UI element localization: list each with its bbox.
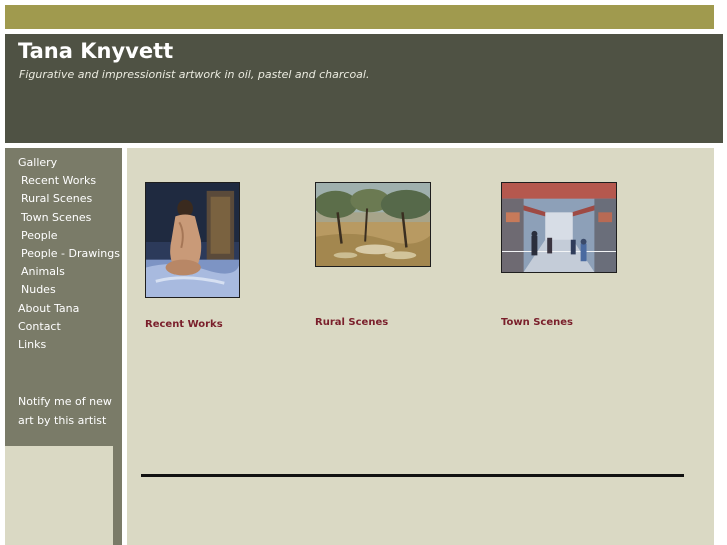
notify-new-art-link[interactable]: Notify me of new art by this artist <box>18 392 118 430</box>
sidebar-item-contact[interactable]: Contact <box>5 318 122 336</box>
sidebar-item-town-scenes[interactable]: Town Scenes <box>5 209 122 227</box>
arcade-street-painting <box>502 183 616 272</box>
sidebar-item-gallery[interactable]: Gallery <box>5 154 122 172</box>
sidebar-item-people[interactable]: People <box>5 227 122 245</box>
recent-works-thumbnail[interactable] <box>145 182 240 298</box>
sidebar-item-people-drawings[interactable]: People - Drawings <box>5 245 122 263</box>
recent-works-link[interactable]: Recent Works <box>145 319 223 330</box>
site-tagline: Figurative and impressionist artwork in … <box>19 68 370 81</box>
sidebar-item-nudes[interactable]: Nudes <box>5 281 122 299</box>
sidebar-item-about-tana[interactable]: About Tana <box>5 300 122 318</box>
town-scenes-link[interactable]: Town Scenes <box>501 317 573 328</box>
rural-scenes-thumbnail[interactable] <box>315 182 431 267</box>
rural-scenes-link[interactable]: Rural Scenes <box>315 317 388 328</box>
content-divider <box>141 474 684 477</box>
nude-figure-painting <box>146 183 239 297</box>
site-title: Tana Knyvett <box>18 39 174 63</box>
sidebar-item-rural-scenes[interactable]: Rural Scenes <box>5 190 122 208</box>
top-accent-bar <box>5 5 714 29</box>
site-header: Tana Knyvett Figurative and impressionis… <box>5 34 723 143</box>
sidebar-item-links[interactable]: Links <box>5 336 122 354</box>
olive-grove-painting <box>316 183 430 266</box>
gallery-content: Recent Works Rural Scenes Town Scenes <box>127 148 714 545</box>
sidebar-item-recent-works[interactable]: Recent Works <box>5 172 122 190</box>
sidebar-nav: Gallery Recent Works Rural Scenes Town S… <box>5 154 122 354</box>
town-scenes-thumbnail[interactable] <box>501 182 617 273</box>
sidebar-bottom-panel <box>5 446 113 545</box>
sidebar-item-animals[interactable]: Animals <box>5 263 122 281</box>
